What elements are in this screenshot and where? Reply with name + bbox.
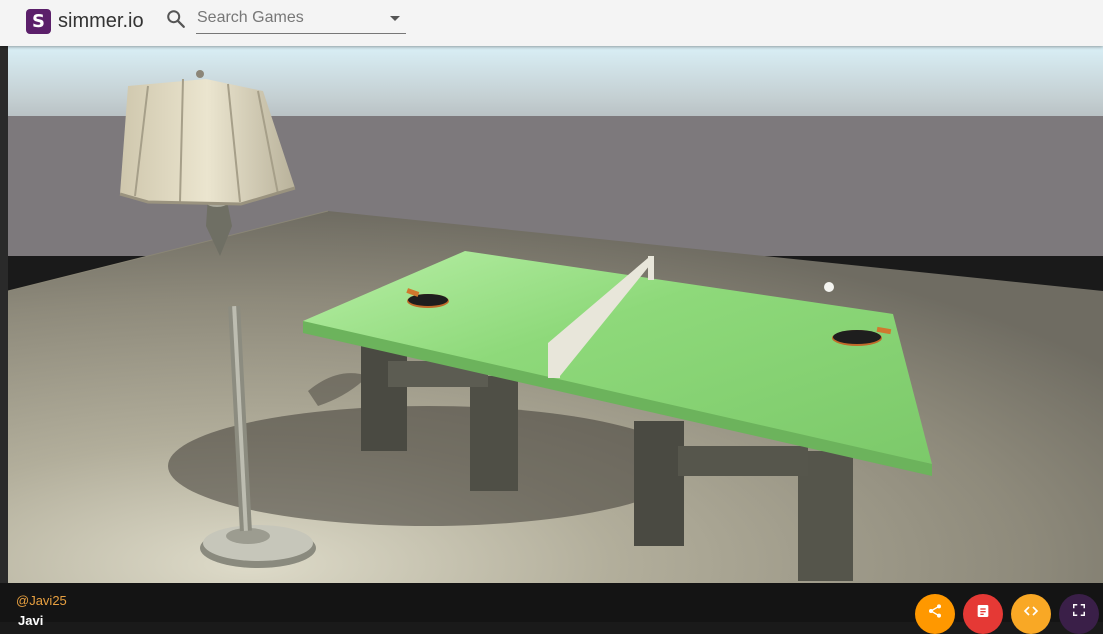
search-games-field[interactable] [196, 5, 406, 34]
description-button[interactable] [963, 594, 1003, 634]
author-handle[interactable]: @Javi25 [16, 593, 67, 608]
fullscreen-icon [1073, 604, 1085, 616]
embed-code-button[interactable] [1011, 594, 1051, 634]
search-input[interactable] [196, 5, 377, 31]
description-icon [977, 605, 989, 617]
chevron-down-icon[interactable] [390, 16, 400, 21]
code-icon [1023, 606, 1039, 616]
share-icon [929, 604, 941, 618]
search-icon [167, 10, 185, 28]
share-button[interactable] [915, 594, 955, 634]
game-canvas[interactable] [8, 46, 1103, 583]
author-name: Javi [18, 613, 44, 628]
fullscreen-button[interactable] [1059, 594, 1099, 634]
simmer-logo-icon[interactable]: S [26, 9, 51, 34]
left-edge [0, 46, 8, 583]
top-app-bar: S simmer.io [0, 0, 1103, 46]
brand-name[interactable]: simmer.io [58, 10, 144, 33]
game-info-bar: @Javi25 Javi [0, 583, 1103, 634]
